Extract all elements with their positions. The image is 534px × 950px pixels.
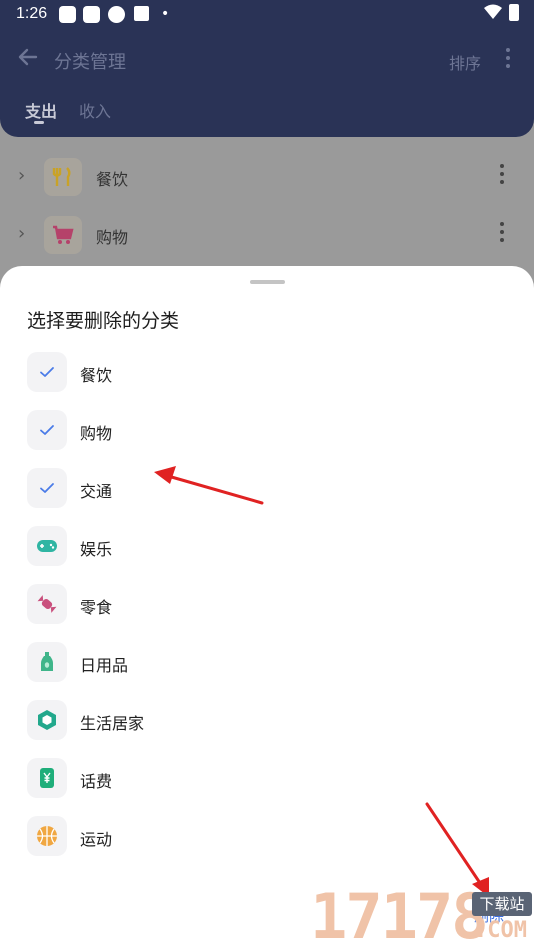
sort-button[interactable]: 排序 — [449, 50, 481, 74]
category-label: 餐饮 — [96, 170, 129, 189]
app-header: 1:26 • 分类管理 排序 支出 收入 — [0, 0, 534, 137]
notification-icon — [108, 6, 125, 23]
chevron-right-icon: › — [18, 165, 26, 186]
category-option[interactable]: 零食 — [27, 584, 497, 626]
category-option[interactable]: 餐饮 — [27, 352, 497, 394]
more-vertical-icon[interactable] — [500, 46, 516, 72]
category-row: › 购物 — [0, 206, 534, 264]
page-title: 分类管理 — [54, 52, 126, 73]
hexagon-icon — [27, 700, 67, 740]
shopping-cart-icon — [44, 216, 82, 254]
sheet-title: 选择要删除的分类 — [27, 310, 180, 332]
category-option-label: 日用品 — [80, 656, 129, 675]
check-icon — [27, 468, 67, 508]
check-icon — [27, 352, 67, 392]
category-option[interactable]: 娱乐 — [27, 526, 497, 568]
category-option[interactable]: 日用品 — [27, 642, 497, 684]
notification-icon — [83, 6, 100, 23]
delete-category-sheet: 选择要删除的分类 餐饮 购物 交通 娱乐 零食 日用品 生活居家 话费 运动 — [0, 266, 534, 950]
notification-icon — [59, 6, 76, 23]
category-option[interactable]: 话费 — [27, 758, 497, 800]
category-option[interactable]: 运动 — [27, 816, 497, 858]
basketball-icon — [27, 816, 67, 856]
more-vertical-icon — [499, 222, 505, 246]
back-button[interactable] — [16, 45, 42, 71]
category-option-label: 交通 — [80, 482, 113, 501]
arrow-left-icon — [18, 48, 38, 66]
category-option-label: 零食 — [80, 598, 113, 617]
status-time: 1:26 — [16, 5, 48, 22]
category-option[interactable]: 购物 — [27, 410, 497, 452]
category-option-label: 餐饮 — [80, 366, 113, 385]
category-label: 购物 — [96, 228, 129, 247]
fork-knife-icon — [44, 158, 82, 196]
category-row: › 餐饮 — [0, 148, 534, 206]
battery-icon — [509, 4, 519, 21]
category-option-label: 话费 — [80, 772, 113, 791]
tab-expense[interactable]: 支出 — [25, 98, 57, 122]
tab-indicator — [34, 121, 44, 124]
status-bar: 1:26 • — [0, 0, 534, 30]
watermark-badge: 下载站 — [472, 892, 532, 916]
category-option[interactable]: 交通 — [27, 468, 497, 510]
category-option-label: 生活居家 — [80, 714, 145, 733]
more-vertical-icon — [499, 164, 505, 188]
gamepad-icon — [27, 526, 67, 566]
chevron-right-icon: › — [18, 223, 26, 244]
candy-icon — [27, 584, 67, 624]
wifi-icon — [484, 4, 502, 19]
category-option-label: 娱乐 — [80, 540, 113, 559]
notification-icon — [134, 6, 149, 21]
sheet-drag-handle[interactable] — [250, 280, 285, 284]
phone-yuan-icon — [27, 758, 67, 798]
category-option-label: 购物 — [80, 424, 113, 443]
watermark-domain: .COM — [474, 918, 527, 943]
tab-income[interactable]: 收入 — [79, 98, 111, 122]
bottle-icon — [27, 642, 67, 682]
category-option[interactable]: 生活居家 — [27, 700, 497, 742]
notification-dot: • — [161, 6, 170, 22]
check-icon — [27, 410, 67, 450]
category-option-label: 运动 — [80, 830, 113, 849]
watermark-number: 17178 — [310, 880, 489, 950]
